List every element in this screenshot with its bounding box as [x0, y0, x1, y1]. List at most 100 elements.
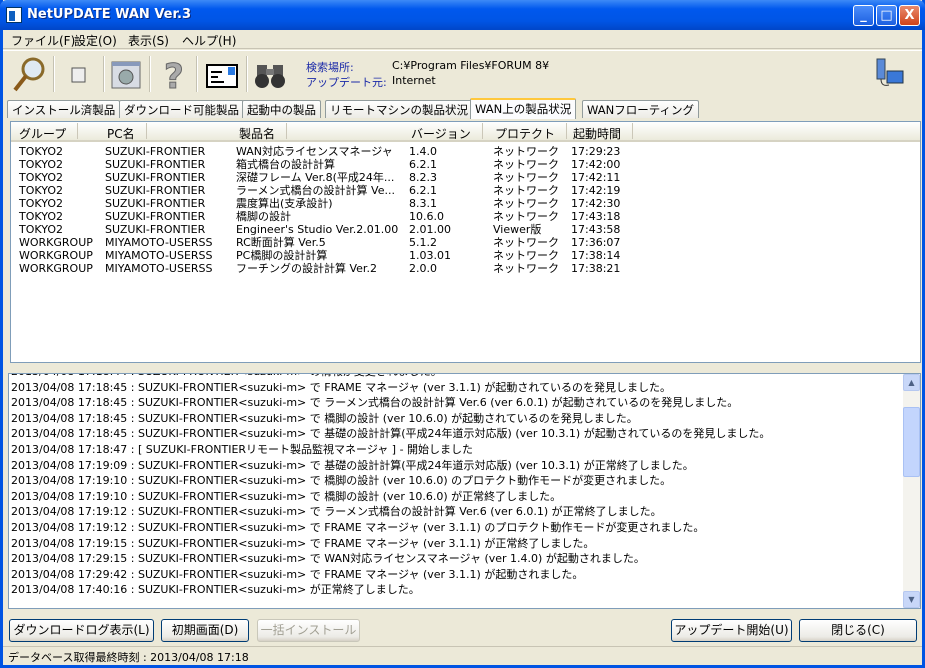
menu-file[interactable]: ファイル(F) — [11, 32, 75, 49]
cell-group[interactable]: WORKGROUP — [19, 249, 93, 262]
log-line: 2013/04/08 17:18:45 : SUZUKI-FRONTIER<su… — [11, 396, 739, 410]
menu-view[interactable]: 表示(S) — [128, 32, 169, 49]
cell-version[interactable]: 2.0.0 — [409, 262, 437, 275]
menu-settings[interactable]: 設定(O) — [74, 32, 117, 49]
cell-start-time[interactable]: 17:43:18 — [571, 210, 620, 223]
cell-protect[interactable]: ネットワーク — [493, 249, 559, 262]
scroll-up-button[interactable]: ▲ — [903, 374, 920, 391]
cell-product-name[interactable]: 橋脚の設計 — [236, 210, 291, 223]
cell-version[interactable]: 6.2.1 — [409, 158, 437, 171]
start-update-button[interactable]: アップデート開始(U) — [671, 619, 792, 642]
cell-group[interactable]: TOKYO2 — [19, 184, 63, 197]
column-pc-name[interactable]: PC名 — [107, 123, 147, 141]
cell-protect[interactable]: ネットワーク — [493, 236, 559, 249]
log-line: 2013/04/08 17:19:12 : SUZUKI-FRONTIER<su… — [11, 505, 662, 519]
cell-pc-name[interactable]: SUZUKI-FRONTIER — [105, 184, 205, 197]
cell-product-name[interactable]: PC橋脚の設計計算 — [236, 249, 327, 262]
cell-start-time[interactable]: 17:36:07 — [571, 236, 620, 249]
cell-start-time[interactable]: 17:42:00 — [571, 158, 620, 171]
tab-running[interactable]: 起動中の製品 — [242, 100, 321, 118]
maximize-button[interactable]: □ — [876, 5, 897, 26]
column-start-time[interactable]: 起動時間 — [573, 123, 634, 141]
list-icon[interactable] — [204, 55, 242, 93]
cell-product-name[interactable]: 箱式橋台の設計計算 — [236, 158, 335, 171]
cell-start-time[interactable]: 17:43:58 — [571, 223, 620, 236]
cell-product-name[interactable]: ラーメン式橋台の設計計算 Ve... — [236, 184, 395, 197]
search-icon[interactable] — [11, 55, 49, 93]
cell-start-time[interactable]: 17:42:30 — [571, 197, 620, 210]
tab-wan-status[interactable]: WAN上の製品状況 — [470, 98, 577, 119]
log-scrollbar[interactable]: ▲ ▼ — [903, 374, 920, 608]
column-group[interactable]: グループ — [19, 123, 79, 141]
cell-product-name[interactable]: WAN対応ライセンスマネージャ — [236, 145, 393, 158]
cell-pc-name[interactable]: SUZUKI-FRONTIER — [105, 145, 205, 158]
cell-product-name[interactable]: RC断面計算 Ver.5 — [236, 236, 326, 249]
cell-protect[interactable]: ネットワーク — [493, 197, 559, 210]
binoculars-icon[interactable] — [252, 55, 290, 93]
scroll-down-button[interactable]: ▼ — [903, 591, 920, 608]
cell-pc-name[interactable]: SUZUKI-FRONTIER — [105, 171, 205, 184]
cell-version[interactable]: 5.1.2 — [409, 236, 437, 249]
scroll-thumb[interactable] — [903, 407, 920, 477]
cell-pc-name[interactable]: MIYAMOTO-USERSS — [105, 236, 213, 249]
close-button[interactable]: 閉じる(C) — [799, 619, 917, 642]
cell-group[interactable]: TOKYO2 — [19, 223, 63, 236]
cell-group[interactable]: WORKGROUP — [19, 236, 93, 249]
cell-protect[interactable]: ネットワーク — [493, 158, 559, 171]
cell-pc-name[interactable]: SUZUKI-FRONTIER — [105, 158, 205, 171]
cell-start-time[interactable]: 17:38:14 — [571, 249, 620, 262]
cell-start-time[interactable]: 17:42:11 — [571, 171, 620, 184]
cell-product-name[interactable]: フーチングの設計計算 Ver.2 — [236, 262, 377, 275]
menu-help[interactable]: ヘルプ(H) — [182, 32, 236, 49]
cell-group[interactable]: WORKGROUP — [19, 262, 93, 275]
cell-version[interactable]: 1.4.0 — [409, 145, 437, 158]
log-line: 2013/04/08 17:18:45 : SUZUKI-FRONTIER<su… — [11, 380, 671, 394]
bulk-install-button[interactable]: 一括インストール — [257, 619, 360, 642]
cell-protect[interactable]: Viewer版 — [493, 223, 541, 236]
cell-start-time[interactable]: 17:29:23 — [571, 145, 620, 158]
cell-start-time[interactable]: 17:42:19 — [571, 184, 620, 197]
cell-version[interactable]: 1.03.01 — [409, 249, 451, 262]
cell-version[interactable]: 10.6.0 — [409, 210, 444, 223]
download-log-button[interactable]: ダウンロードログ表示(L) — [9, 619, 154, 642]
cell-group[interactable]: TOKYO2 — [19, 145, 63, 158]
cell-product-name[interactable]: 深礎フレーム Ver.8(平成24年... — [236, 171, 394, 184]
cell-pc-name[interactable]: SUZUKI-FRONTIER — [105, 223, 205, 236]
cell-product-name[interactable]: Engineer's Studio Ver.2.01.00 — [236, 223, 398, 236]
column-product-name[interactable]: 製品名 — [239, 123, 288, 141]
cell-product-name[interactable]: 震度算出(支承設計) — [236, 197, 333, 210]
close-window-button[interactable]: X — [899, 5, 920, 26]
cell-protect[interactable]: ネットワーク — [493, 262, 559, 275]
initial-screen-button[interactable]: 初期画面(D) — [161, 619, 249, 642]
column-protect[interactable]: プロテクト — [495, 123, 568, 141]
cell-protect[interactable]: ネットワーク — [493, 171, 559, 184]
minimize-button[interactable]: _ — [853, 5, 874, 26]
cell-start-time[interactable]: 17:38:21 — [571, 262, 620, 275]
network-icon[interactable] — [871, 55, 909, 93]
cell-pc-name[interactable]: MIYAMOTO-USERSS — [105, 262, 213, 275]
cell-pc-name[interactable]: SUZUKI-FRONTIER — [105, 197, 205, 210]
cell-version[interactable]: 8.2.3 — [409, 171, 437, 184]
tab-downloadable[interactable]: ダウンロード可能製品 — [119, 100, 244, 118]
cell-version[interactable]: 8.3.1 — [409, 197, 437, 210]
cell-protect[interactable]: ネットワーク — [493, 184, 559, 197]
tab-remote-status[interactable]: リモートマシンの製品状況 — [325, 100, 473, 118]
cell-group[interactable]: TOKYO2 — [19, 197, 63, 210]
cell-group[interactable]: TOKYO2 — [19, 171, 63, 184]
title-bar[interactable]: NetUPDATE WAN Ver.3 _ □ X — [0, 0, 925, 30]
list-header: グループ PC名 製品名 バージョン プロテクト 起動時間 — [11, 122, 920, 142]
blank-icon[interactable] — [60, 55, 98, 93]
cell-pc-name[interactable]: SUZUKI-FRONTIER — [105, 210, 205, 223]
cell-protect[interactable]: ネットワーク — [493, 145, 559, 158]
cell-group[interactable]: TOKYO2 — [19, 210, 63, 223]
tab-wan-floating[interactable]: WANフローティング — [582, 100, 700, 118]
cell-pc-name[interactable]: MIYAMOTO-USERSS — [105, 249, 213, 262]
settings-icon[interactable] — [107, 55, 145, 93]
cell-group[interactable]: TOKYO2 — [19, 158, 63, 171]
column-version[interactable]: バージョン — [411, 123, 483, 141]
cell-version[interactable]: 2.01.00 — [409, 223, 451, 236]
cell-protect[interactable]: ネットワーク — [493, 210, 559, 223]
cell-version[interactable]: 6.2.1 — [409, 184, 437, 197]
tab-installed[interactable]: インストール済製品 — [7, 100, 121, 118]
help-icon[interactable]: ? — [155, 55, 193, 98]
